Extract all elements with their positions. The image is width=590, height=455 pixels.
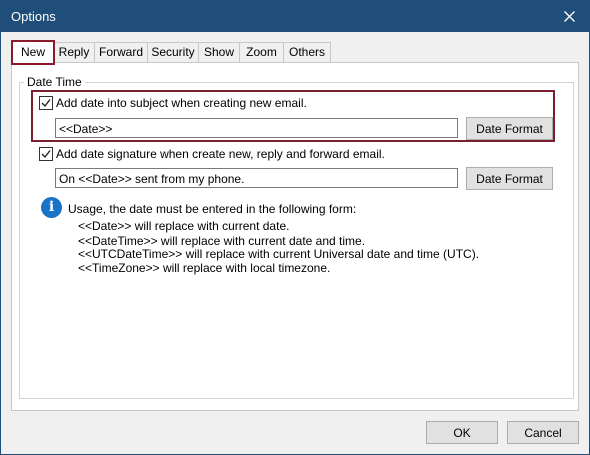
signature-date-label: Add date signature when create new, repl… [56, 147, 385, 161]
subject-date-checkbox[interactable] [39, 96, 53, 110]
options-dialog: Options New Reply Forward Security Show … [0, 0, 590, 455]
tab-show[interactable]: Show [198, 42, 240, 62]
title-bar: Options [1, 1, 589, 32]
window-title: Options [11, 9, 56, 24]
tab-others[interactable]: Others [283, 42, 331, 62]
tab-forward[interactable]: Forward [94, 42, 148, 62]
usage-line-datetime: <<DateTime>> will replace with current d… [78, 234, 366, 248]
checkmark-icon [41, 99, 51, 108]
tab-reply[interactable]: Reply [53, 42, 95, 62]
group-label-date-time: Date Time [24, 75, 85, 89]
usage-line-utcdatetime: <<UTCDateTime>> will replace with curren… [78, 247, 480, 261]
tab-security[interactable]: Security [147, 42, 199, 62]
subject-date-input[interactable]: <<Date>> [55, 118, 458, 138]
checkmark-icon [41, 150, 51, 159]
tab-new[interactable]: New [11, 40, 55, 65]
signature-date-checkbox[interactable] [39, 147, 53, 161]
usage-heading: Usage, the date must be entered in the f… [68, 202, 357, 216]
close-button[interactable] [549, 1, 589, 32]
close-icon [563, 11, 575, 22]
signature-date-format-button[interactable]: Date Format [466, 167, 553, 190]
subject-date-label: Add date into subject when creating new … [56, 96, 307, 110]
signature-date-input[interactable]: On <<Date>> sent from my phone. [55, 168, 458, 188]
cancel-button[interactable]: Cancel [507, 421, 579, 444]
tab-zoom[interactable]: Zoom [239, 42, 284, 62]
subject-date-format-button[interactable]: Date Format [466, 117, 553, 140]
ok-button[interactable]: OK [426, 421, 498, 444]
info-icon: i [41, 197, 62, 218]
usage-line-timezone: <<TimeZone>> will replace with local tim… [78, 261, 331, 275]
usage-line-date: <<Date>> will replace with current date. [78, 219, 290, 233]
